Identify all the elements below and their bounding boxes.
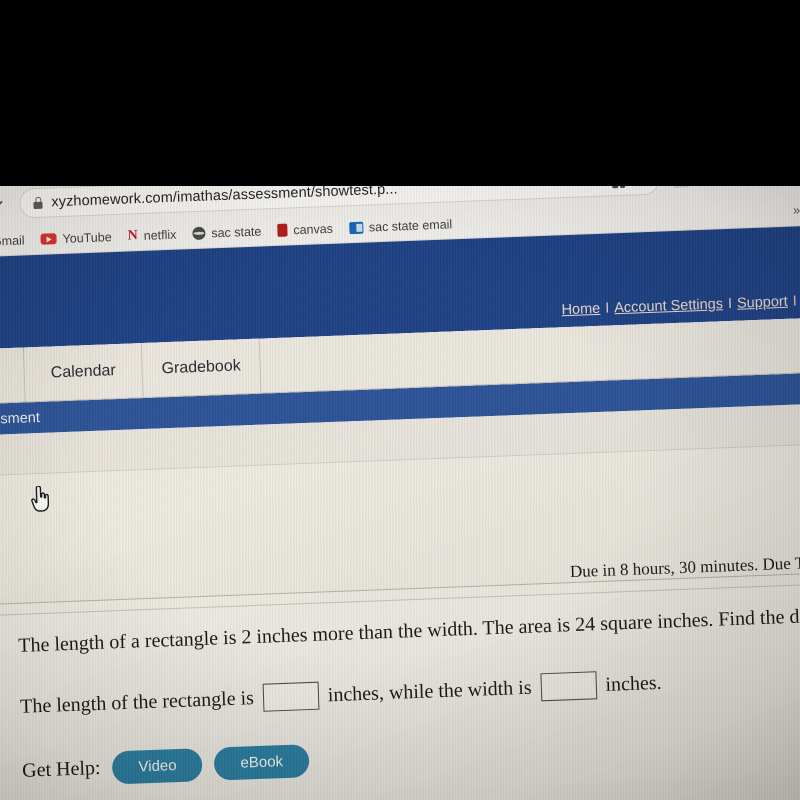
photo-of-screen: Women's Twist-Front × + ← → ⟳ xyzhomewor…	[0, 0, 800, 800]
answer-suffix-label: inches.	[605, 671, 662, 696]
nav-link-home[interactable]: Home	[561, 301, 600, 318]
bookmark-label: YouTube	[62, 229, 112, 246]
bookmark-youtube[interactable]: YouTube	[40, 230, 112, 247]
breadcrumb-current: Assessment	[0, 409, 41, 429]
canvas-icon	[277, 223, 288, 237]
nav-separator: I	[604, 300, 610, 317]
question-prompt: The length of a rectangle is 2 inches mo…	[17, 603, 800, 657]
bookmark-canvas[interactable]: canvas	[277, 221, 333, 237]
pointing-hand-cursor	[31, 485, 50, 512]
bookmarks-overflow-icon[interactable]: »	[793, 202, 800, 217]
assessment-body: Due in 8 hours, 30 minutes. Due Tue 11/0…	[0, 440, 800, 800]
screen-photo-region: Women's Twist-Front × + ← → ⟳ xyzhomewor…	[0, 178, 800, 800]
get-help-row: Get Help: Video eBook	[22, 716, 800, 787]
bookmark-label: Gmail	[0, 232, 25, 249]
reload-icon[interactable]: ⟳	[0, 193, 6, 217]
nav-link-account-settings[interactable]: Account Settings	[614, 296, 723, 316]
tab-gradebook[interactable]: Gradebook	[141, 338, 262, 398]
youtube-icon	[40, 233, 57, 245]
bookmark-netflix[interactable]: N netflix	[127, 226, 176, 244]
get-help-label: Get Help:	[21, 756, 101, 782]
nav-separator: I	[727, 295, 733, 313]
bookmark-sac-state[interactable]: sac state	[192, 223, 262, 241]
tab-calendar[interactable]: Calendar	[23, 343, 144, 402]
length-answer-input[interactable]	[262, 681, 320, 712]
bookmark-label: canvas	[293, 221, 334, 237]
tab-forums[interactable]: Forums	[0, 347, 26, 406]
lock-icon	[32, 197, 42, 209]
get-help-video-button[interactable]: Video	[111, 748, 204, 785]
question-panel: The length of a rectangle is 2 inches mo…	[0, 564, 800, 800]
answer-row: The length of the rectangle is inches, w…	[20, 654, 800, 720]
site-nav-links: HomeIAccount SettingsISupportIHelpILog	[560, 291, 800, 319]
nav-link-support[interactable]: Support	[737, 294, 788, 312]
outlook-icon	[348, 221, 364, 234]
bookmark-gmail[interactable]: M Gmail	[0, 232, 25, 249]
bookmark-label: sac state	[211, 223, 262, 240]
bookmark-label: sac state email	[368, 216, 453, 234]
globe-icon	[192, 226, 206, 241]
bookmarks-bar-right: » Reading Li	[793, 198, 800, 217]
browser-window: Women's Twist-Front × + ← → ⟳ xyzhomewor…	[0, 178, 800, 800]
netflix-icon: N	[127, 227, 138, 244]
answer-prefix-label: The length of the rectangle is	[19, 686, 255, 718]
answer-middle-label: inches, while the width is	[327, 676, 532, 706]
nav-separator: I	[792, 293, 798, 310]
get-help-ebook-button[interactable]: eBook	[214, 744, 310, 781]
bookmark-sac-state-email[interactable]: sac state email	[348, 216, 453, 235]
bookmark-label: netflix	[143, 227, 177, 243]
width-answer-input[interactable]	[540, 671, 597, 702]
letterbox-top	[0, 0, 800, 186]
question-content: The length of a rectangle is 2 inches mo…	[0, 575, 800, 800]
